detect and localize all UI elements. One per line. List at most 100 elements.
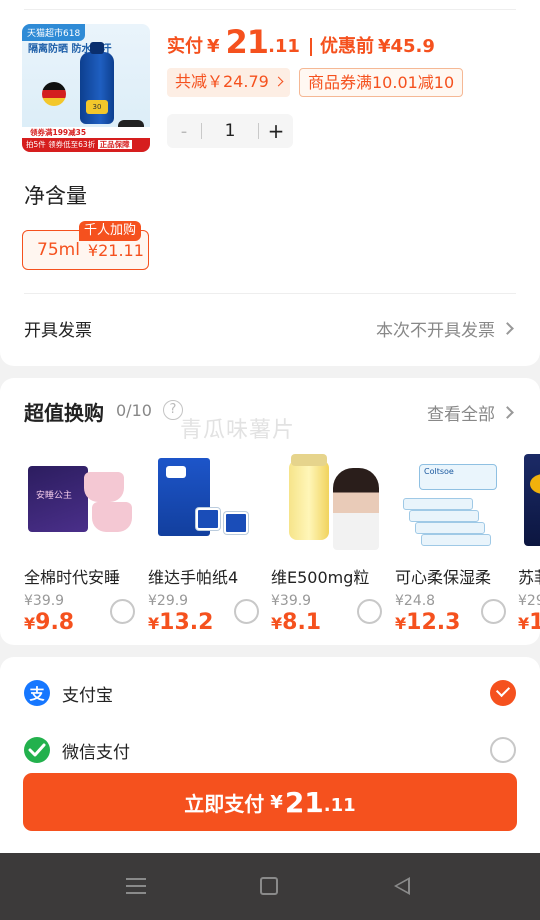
total-reduce-text: 共减￥24.79 xyxy=(175,72,269,91)
image-promo-guarantee: 正品保障 xyxy=(97,140,132,149)
exchange-item-radio[interactable] xyxy=(481,599,506,624)
exchange-item[interactable]: 维E500mg粒 ¥39.9 ¥8.1 xyxy=(271,446,383,636)
wechat-icon xyxy=(24,737,50,763)
exchange-item-radio[interactable] xyxy=(234,599,259,624)
exchange-item[interactable]: 安睡公主 全棉时代安睡 ¥39.9 ¥9.8 xyxy=(24,446,136,636)
exchange-item-original-price: ¥39.9 xyxy=(24,593,65,609)
coupon-chip[interactable]: 商品券满10.01减10 xyxy=(299,68,464,97)
model-photo xyxy=(333,468,379,550)
exchange-item[interactable]: 维达手帕纸4 ¥29.9 ¥13.2 xyxy=(148,446,260,636)
before-discount-value: ¥45.9 xyxy=(377,36,435,57)
price-row: 实付 ¥ 21 .11 优惠前 ¥45.9 xyxy=(167,24,435,60)
exchange-item[interactable]: Coltsoe 可心柔保湿柔 ¥24.8 ¥12.3 xyxy=(395,446,507,636)
exchange-item-name: 维E500mg粒 xyxy=(271,568,370,587)
alipay-label: 支付宝 xyxy=(62,685,113,706)
wipe-pack-icon xyxy=(421,534,491,546)
checkout-page: 天猫超市618 隔离防晒 防水防汗 30 领券满199减35 拍5件 领券低至6… xyxy=(0,0,540,920)
exchange-item-radio[interactable] xyxy=(110,599,135,624)
wechat-bubble-icon xyxy=(28,743,46,757)
pay-button-amount-int: 21 xyxy=(284,785,324,819)
exchange-title: 超值换购 xyxy=(24,401,104,425)
chevron-right-icon xyxy=(501,406,514,419)
exchange-item-currency: ¥ xyxy=(271,614,283,633)
exchange-item-price: ¥1 xyxy=(518,610,540,635)
paid-currency: ¥ xyxy=(207,36,220,57)
exchange-item-currency: ¥ xyxy=(24,614,36,633)
chevron-right-icon xyxy=(501,322,514,335)
back-icon[interactable] xyxy=(394,877,410,895)
quantity-value[interactable]: 1 xyxy=(202,121,258,141)
view-all-label: 查看全部 xyxy=(427,405,495,425)
product-image[interactable]: 天猫超市618 隔离防晒 防水防汗 30 领券满199减35 拍5件 领券低至6… xyxy=(22,24,150,152)
pay-button-currency: ¥ xyxy=(270,791,283,813)
payment-option-alipay[interactable]: 支 支付宝 xyxy=(24,677,516,709)
exchange-item-price-value: 13.2 xyxy=(159,610,214,635)
wipes-brand: Coltsoe xyxy=(424,467,454,476)
package-icon: 安睡公主 xyxy=(28,466,88,532)
pay-button-label: 立即支付 xyxy=(184,791,265,816)
exchange-item-price: ¥13.2 xyxy=(148,610,213,635)
view-all-link[interactable]: 查看全部 xyxy=(427,400,514,425)
exchange-item-name: 可心柔保湿柔 xyxy=(395,568,492,587)
increase-button[interactable]: + xyxy=(259,119,293,143)
total-reduce-chip[interactable]: 共减￥24.79 xyxy=(167,68,290,97)
alipay-icon: 支 xyxy=(24,680,50,706)
exchange-item-currency: ¥ xyxy=(395,614,407,633)
system-nav-bar xyxy=(0,853,540,920)
pants-icon xyxy=(84,472,124,502)
exchange-item-original-price: ¥29 xyxy=(518,593,540,609)
paid-label: 实付 xyxy=(167,36,203,57)
exchange-item-currency: ¥ xyxy=(518,614,530,633)
mall-badge: 天猫超市618 xyxy=(22,24,86,41)
divider xyxy=(24,293,516,294)
exchange-item-original-price: ¥29.9 xyxy=(148,593,189,609)
pants-icon xyxy=(92,502,132,532)
exchange-item-image xyxy=(271,446,383,550)
home-icon[interactable] xyxy=(260,877,278,895)
invoice-selector[interactable]: 本次不开具发票 xyxy=(376,316,514,341)
decrease-button[interactable]: - xyxy=(167,121,201,142)
exchange-item-price-value: 12.3 xyxy=(406,610,461,635)
wechat-label: 微信支付 xyxy=(62,742,130,763)
exchange-item-original-price: ¥24.8 xyxy=(395,593,436,609)
invoice-value: 本次不开具发票 xyxy=(376,321,495,341)
exchange-item-price-value: 8.1 xyxy=(282,610,322,635)
exchange-item-image xyxy=(518,446,540,550)
exchange-item-name: 苏菲 xyxy=(518,568,540,587)
payment-option-wechat[interactable]: 微信支付 xyxy=(24,734,516,766)
exchange-card: 超值换购 0/10 ? 青瓜味薯片 查看全部 安睡公主 全棉时代安睡 ¥39.9… xyxy=(0,378,540,645)
menu-icon[interactable] xyxy=(126,878,146,894)
package-text: 安睡公主 xyxy=(36,491,73,501)
alipay-radio-checked[interactable] xyxy=(490,680,516,706)
exchange-item-image: Coltsoe xyxy=(395,446,507,550)
exchange-item-price: ¥12.3 xyxy=(395,610,460,635)
vitamin-jar-icon xyxy=(289,454,329,540)
image-promo-top: 领券满199减35 xyxy=(22,127,150,138)
spf-label: 30 xyxy=(86,100,108,114)
product-card: 天猫超市618 隔离防晒 防水防汗 30 领券满199减35 拍5件 领券低至6… xyxy=(0,0,540,366)
exchange-item-price-value: 1 xyxy=(529,610,540,635)
price-separator xyxy=(309,38,312,56)
exchange-item-image xyxy=(148,446,260,550)
wipe-pack-icon xyxy=(415,522,485,534)
tissue-pack-icon xyxy=(224,512,248,534)
germany-flag-icon xyxy=(42,82,66,106)
exchange-item[interactable]: 苏菲 ¥29 ¥1 xyxy=(518,446,540,636)
exchange-count: 0/10 xyxy=(116,401,152,420)
exchange-item-price-value: 9.8 xyxy=(35,610,75,635)
exchange-item-radio[interactable] xyxy=(357,599,382,624)
watermark: 青瓜味薯片 xyxy=(180,418,296,443)
popular-badge: 千人加购 xyxy=(79,221,142,241)
exchange-item-name: 全棉时代安睡 xyxy=(24,568,121,587)
exchange-item-image: 安睡公主 xyxy=(24,446,136,550)
exchange-item-currency: ¥ xyxy=(148,614,160,633)
pay-button-amount-dec: .11 xyxy=(323,794,356,816)
exchange-item-price: ¥8.1 xyxy=(271,610,321,635)
quantity-stepper: - 1 + xyxy=(167,114,293,148)
invoice-label: 开具发票 xyxy=(24,321,92,341)
top-divider xyxy=(24,9,516,10)
wechat-radio[interactable] xyxy=(490,737,516,763)
spec-title: 净含量 xyxy=(24,184,87,208)
pay-now-button[interactable]: 立即支付 ¥ 21 .11 xyxy=(23,773,517,831)
chevron-right-icon xyxy=(273,76,284,87)
